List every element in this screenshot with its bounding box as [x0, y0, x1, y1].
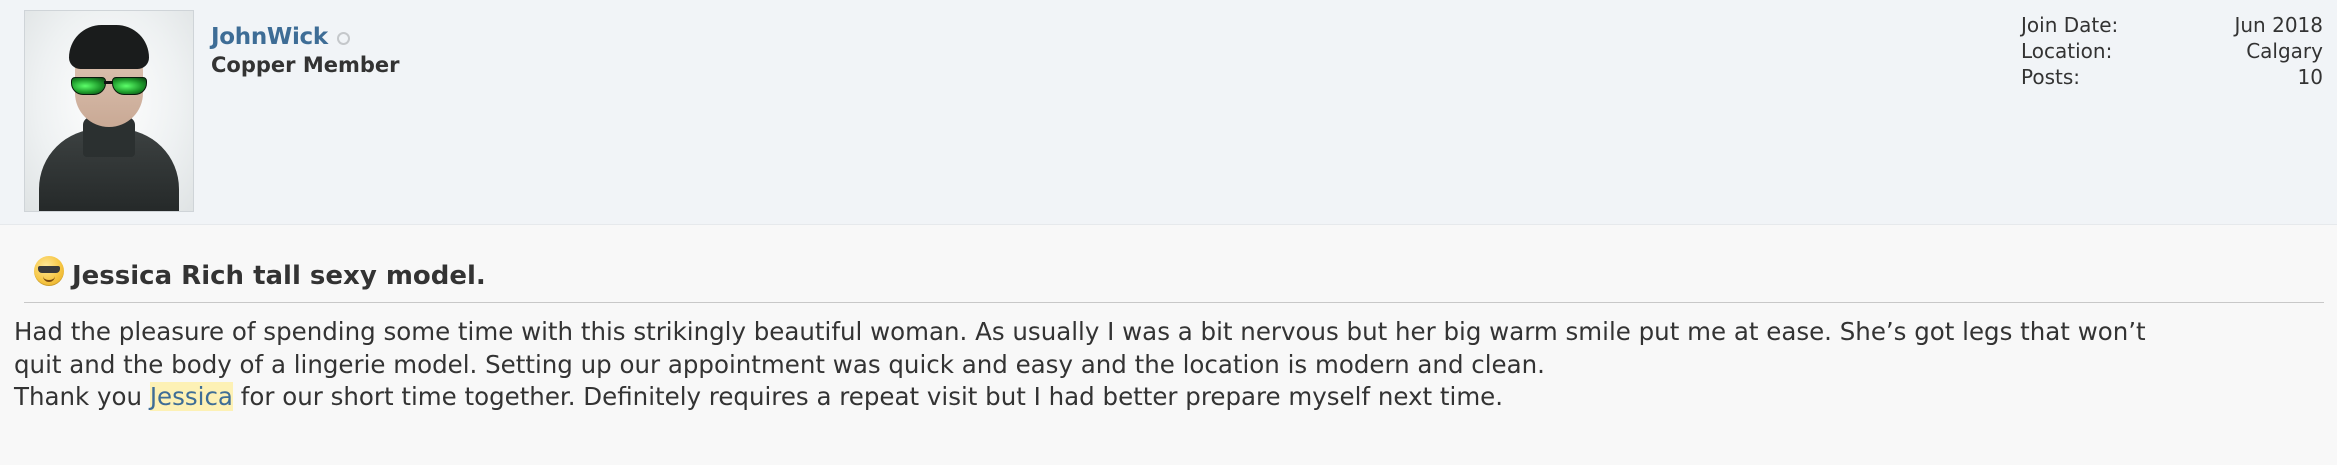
- location-label: Location:: [2021, 39, 2113, 63]
- avatar[interactable]: [24, 10, 194, 212]
- post-body-line-3: Thank you Jessica for our short time tog…: [14, 381, 2330, 414]
- user-rank-title: Copper Member: [211, 53, 400, 77]
- location-row: Location: Calgary: [2021, 38, 2323, 64]
- avatar-hair: [69, 25, 149, 69]
- user-info-panel: Join Date: Jun 2018 Location: Calgary Po…: [2021, 12, 2323, 90]
- post-body-line-1: Had the pleasure of spending some time w…: [14, 317, 2146, 346]
- search-highlight-term: Jessica: [149, 382, 233, 411]
- post-user-header: JohnWick Copper Member Join Date: Jun 20…: [0, 0, 2337, 225]
- title-divider: [24, 302, 2324, 303]
- join-date-row: Join Date: Jun 2018: [2021, 12, 2323, 38]
- join-date-value: Jun 2018: [2234, 13, 2323, 37]
- username-row: JohnWick: [211, 22, 350, 52]
- smiley-mouth: [43, 276, 55, 282]
- join-date-label: Join Date:: [2021, 13, 2119, 37]
- avatar-lens-right: [112, 77, 147, 95]
- posts-value: 10: [2297, 65, 2323, 89]
- post-body-line-3-end: for our short time together. Definitely …: [232, 382, 1504, 411]
- username-link[interactable]: JohnWick: [211, 24, 328, 50]
- avatar-lens-left: [71, 77, 106, 95]
- cool-smiley-icon: [34, 256, 64, 286]
- post-body: Had the pleasure of spending some time w…: [14, 316, 2330, 414]
- post-body-line-2: quit and the body of a lingerie model. S…: [14, 349, 1545, 379]
- posts-label: Posts:: [2021, 65, 2081, 89]
- post-title-row: Jessica Rich tall sexy model.: [34, 256, 486, 295]
- forum-post: JohnWick Copper Member Join Date: Jun 20…: [0, 0, 2337, 465]
- smiley-glasses: [38, 266, 60, 273]
- posts-row: Posts: 10: [2021, 64, 2323, 90]
- offline-status-icon: [336, 31, 350, 45]
- location-value: Calgary: [2246, 39, 2323, 63]
- post-body-line-3-start: Thank you: [14, 382, 150, 411]
- post-title: Jessica Rich tall sexy model.: [72, 261, 486, 291]
- avatar-sunglasses: [71, 77, 147, 95]
